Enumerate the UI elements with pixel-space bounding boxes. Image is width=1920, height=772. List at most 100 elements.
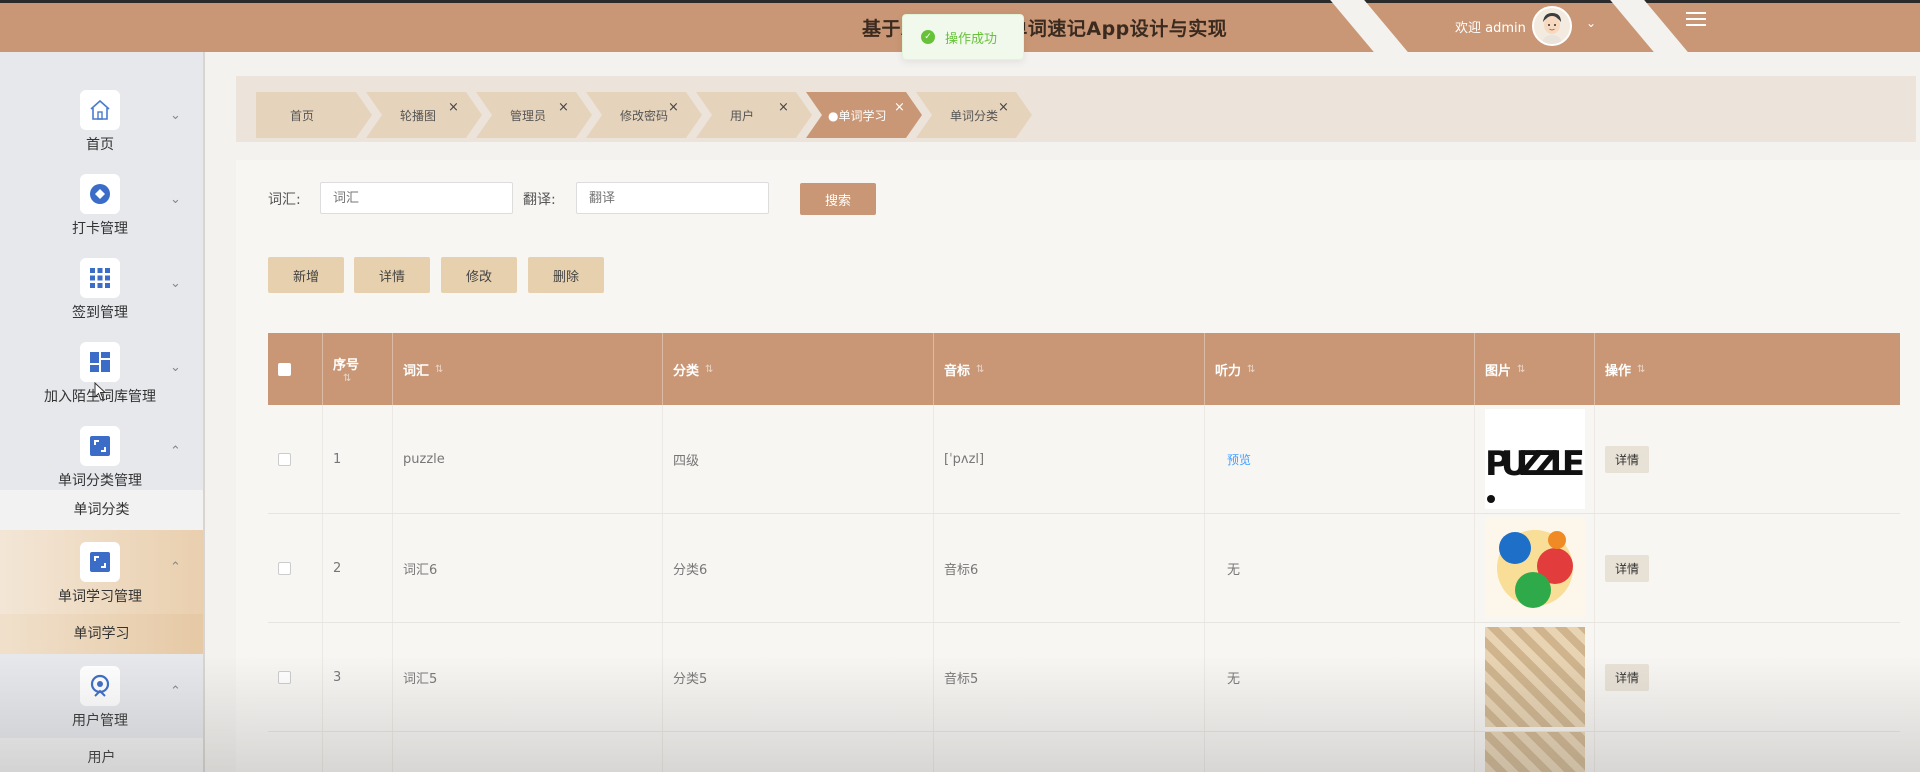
row-detail-button[interactable]: 详情 [1605,663,1650,691]
checkbox[interactable] [278,362,291,376]
add-button[interactable]: 新增 [268,257,344,293]
tab-change-password[interactable]: 修改密码 × [586,92,702,138]
puzzle-picture[interactable]: PUZZLE [1485,409,1585,509]
cell-listening: 无 [1205,514,1475,622]
sidebar-item-checkin[interactable]: 打卡管理 ⌄ [0,162,203,246]
row-select[interactable] [268,732,323,772]
cell-listening: 预览 [1205,405,1475,513]
cell-word: puzzle [393,405,663,513]
cell-operation: 详情 [1595,514,1900,622]
sort-icon[interactable]: ⇅ [976,364,984,375]
sort-icon[interactable]: ⇅ [1247,364,1255,375]
tab-admin[interactable]: 管理员 × [476,92,592,138]
submenu-users[interactable]: 用户 [0,738,203,772]
avatar-face-icon [1534,8,1570,44]
close-icon[interactable]: × [448,100,459,115]
submenu-word-study[interactable]: 单词学习 [0,614,203,654]
checkbox[interactable] [278,670,291,684]
user-badge-icon [80,666,120,706]
detail-button[interactable]: 详情 [354,257,430,293]
close-icon[interactable]: × [778,100,789,115]
header-decoration [1610,0,1688,52]
tab-user[interactable]: 用户 × [696,92,812,138]
svg-text:PUZZLE: PUZZLE [1485,444,1585,484]
sidebar-item-label: 用户管理 [72,713,128,729]
tab-word-category[interactable]: 单词分类 × [916,92,1032,138]
cell-picture [1475,623,1595,731]
cell-phonetic: 音标6 [934,514,1205,622]
cell-picture [1475,514,1595,622]
target-icon [80,174,120,214]
tab-label: 管理员 [510,108,547,123]
avatar[interactable] [1532,6,1572,46]
pop-english-picture[interactable] [1485,518,1585,618]
header-phonetic[interactable]: 音标 ⇅ [934,333,1205,405]
letter-cubes-picture[interactable] [1485,627,1585,727]
preview-link[interactable]: 预览 [1227,451,1251,468]
tab-word-study[interactable]: ●单词学习 × [806,92,922,138]
home-icon [80,90,120,130]
sidebar-item-users[interactable]: 用户管理 ⌃ [0,654,203,738]
sidebar-item-signin[interactable]: 签到管理 ⌄ [0,246,203,330]
chevron-up-icon: ⌃ [170,560,181,575]
cell-picture: PUZZLE [1475,405,1595,513]
close-icon[interactable]: × [998,100,1009,115]
cell-category: 分类5 [663,623,934,731]
sidebar-item-word-category[interactable]: 单词分类管理 ⌃ [0,414,203,498]
chevron-down-icon[interactable]: ⌄ [1586,16,1596,30]
row-detail-button[interactable]: 详情 [1605,445,1650,473]
sort-icon[interactable]: ⇅ [343,373,351,384]
close-icon[interactable]: × [558,100,569,115]
table-row[interactable]: 1 puzzle 四级 [ˈpʌzl] 预览 PUZZLE 详情 [268,405,1900,514]
checkbox[interactable] [278,561,291,575]
sort-icon[interactable]: ⇅ [435,364,443,375]
row-select[interactable] [268,623,323,731]
table-row[interactable]: 3 词汇5 分类5 音标5 无 详情 [268,623,1900,732]
cell-category: 分类6 [663,514,934,622]
cell-phonetic: [ˈpʌzl] [934,405,1205,513]
sort-icon[interactable]: ⇅ [705,364,713,375]
row-select[interactable] [268,514,323,622]
chevron-up-icon: ⌃ [170,684,181,699]
header-listening[interactable]: 听力 ⇅ [1205,333,1475,405]
translate-search-input[interactable] [576,182,769,214]
sort-icon[interactable]: ⇅ [1517,364,1525,375]
tab-carousel[interactable]: 轮播图 × [366,92,482,138]
close-icon[interactable]: × [894,100,905,115]
submenu-word-category[interactable]: 单词分类 [0,490,203,530]
cell-index [323,732,393,772]
header-category[interactable]: 分类 ⇅ [663,333,934,405]
mouse-cursor-icon [94,382,107,401]
edit-button[interactable]: 修改 [441,257,517,293]
sidebar-item-home[interactable]: 首页 ⌄ [0,78,203,162]
search-button[interactable]: 搜索 [800,183,876,215]
letter-cubes-picture[interactable] [1485,732,1585,772]
checkbox[interactable] [278,452,291,466]
tab-label: 轮播图 [400,108,437,123]
header-operation[interactable]: 操作 ⇅ [1595,333,1900,405]
word-search-label: 词汇: [268,192,301,208]
menu-toggle-icon[interactable] [1686,12,1706,30]
header-select-all[interactable] [268,333,323,405]
cell-operation: 详情 [1595,405,1900,513]
sort-icon[interactable]: ⇅ [1637,364,1645,375]
delete-button[interactable]: 删除 [528,257,604,293]
row-detail-button[interactable]: 详情 [1605,554,1650,582]
tab-label: 修改密码 [620,108,669,123]
tab-label: 用户 [730,108,755,123]
frame-icon [80,426,120,466]
header-decoration [1330,0,1408,52]
header-word[interactable]: 词汇 ⇅ [393,333,663,405]
header-index[interactable]: 序号 ⇅ [323,333,393,405]
row-select[interactable] [268,405,323,513]
grid-icon [80,258,120,298]
header-picture[interactable]: 图片 ⇅ [1475,333,1595,405]
close-icon[interactable]: × [668,100,679,115]
sidebar-item-word-study[interactable]: 单词学习管理 ⌃ [0,530,203,614]
word-search-input[interactable] [320,182,513,214]
cell-listening [1205,732,1475,772]
tab-home[interactable]: 首页 [256,92,372,138]
chevron-down-icon: ⌄ [170,108,181,123]
table-row[interactable] [268,732,1900,772]
table-row[interactable]: 2 词汇6 分类6 音标6 无 详情 [268,514,1900,623]
